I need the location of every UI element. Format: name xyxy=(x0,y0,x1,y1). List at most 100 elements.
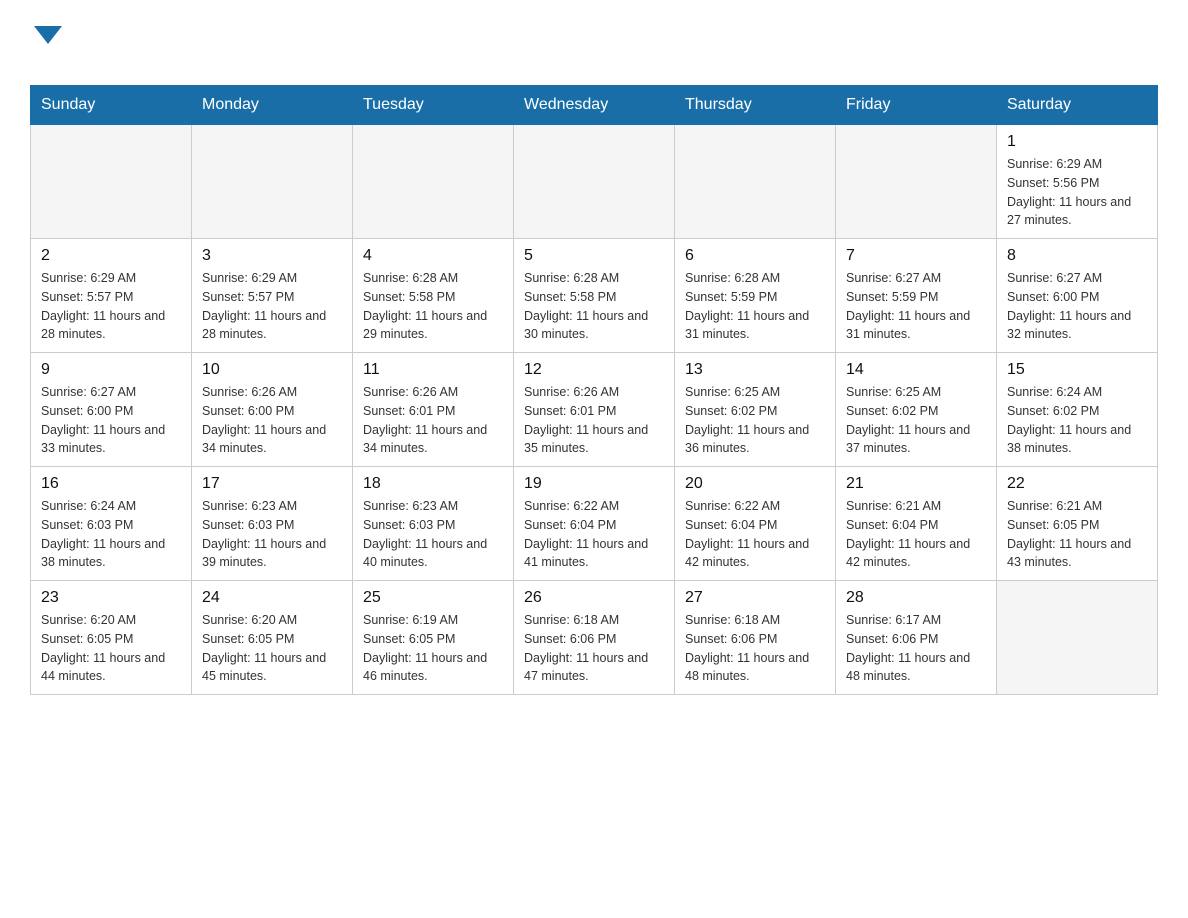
day-number: 13 xyxy=(685,361,825,379)
calendar-cell xyxy=(353,125,514,239)
day-number: 2 xyxy=(41,247,181,265)
day-info: Sunrise: 6:21 AM Sunset: 6:04 PM Dayligh… xyxy=(846,497,986,572)
calendar-cell: 10 Sunrise: 6:26 AM Sunset: 6:00 PM Dayli… xyxy=(192,353,353,467)
day-number: 18 xyxy=(363,475,503,493)
calendar-cell: 9 Sunrise: 6:27 AM Sunset: 6:00 PM Daylig… xyxy=(31,353,192,467)
day-info: Sunrise: 6:26 AM Sunset: 6:00 PM Dayligh… xyxy=(202,383,342,458)
calendar-cell xyxy=(192,125,353,239)
calendar-cell: 28 Sunrise: 6:17 AM Sunset: 6:06 PM Dayli… xyxy=(836,581,997,695)
day-info: Sunrise: 6:24 AM Sunset: 6:03 PM Dayligh… xyxy=(41,497,181,572)
calendar-cell: 24 Sunrise: 6:20 AM Sunset: 6:05 PM Dayli… xyxy=(192,581,353,695)
day-info: Sunrise: 6:29 AM Sunset: 5:57 PM Dayligh… xyxy=(41,269,181,344)
calendar-cell xyxy=(997,581,1158,695)
day-number: 7 xyxy=(846,247,986,265)
day-number: 25 xyxy=(363,589,503,607)
calendar-cell xyxy=(31,125,192,239)
calendar-cell: 11 Sunrise: 6:26 AM Sunset: 6:01 PM Dayli… xyxy=(353,353,514,467)
day-number: 17 xyxy=(202,475,342,493)
col-header-tuesday: Tuesday xyxy=(353,86,514,125)
day-number: 24 xyxy=(202,589,342,607)
calendar-cell: 27 Sunrise: 6:18 AM Sunset: 6:06 PM Dayli… xyxy=(675,581,836,695)
day-number: 23 xyxy=(41,589,181,607)
calendar-cell: 17 Sunrise: 6:23 AM Sunset: 6:03 PM Dayli… xyxy=(192,467,353,581)
col-header-wednesday: Wednesday xyxy=(514,86,675,125)
calendar-cell xyxy=(836,125,997,239)
day-info: Sunrise: 6:21 AM Sunset: 6:05 PM Dayligh… xyxy=(1007,497,1147,572)
day-info: Sunrise: 6:23 AM Sunset: 6:03 PM Dayligh… xyxy=(202,497,342,572)
day-info: Sunrise: 6:28 AM Sunset: 5:59 PM Dayligh… xyxy=(685,269,825,344)
day-info: Sunrise: 6:26 AM Sunset: 6:01 PM Dayligh… xyxy=(524,383,664,458)
day-info: Sunrise: 6:19 AM Sunset: 6:05 PM Dayligh… xyxy=(363,611,503,686)
day-info: Sunrise: 6:29 AM Sunset: 5:57 PM Dayligh… xyxy=(202,269,342,344)
day-info: Sunrise: 6:20 AM Sunset: 6:05 PM Dayligh… xyxy=(41,611,181,686)
calendar-cell: 12 Sunrise: 6:26 AM Sunset: 6:01 PM Dayli… xyxy=(514,353,675,467)
calendar-cell: 16 Sunrise: 6:24 AM Sunset: 6:03 PM Dayli… xyxy=(31,467,192,581)
day-info: Sunrise: 6:18 AM Sunset: 6:06 PM Dayligh… xyxy=(685,611,825,686)
day-number: 22 xyxy=(1007,475,1147,493)
calendar-cell: 26 Sunrise: 6:18 AM Sunset: 6:06 PM Dayli… xyxy=(514,581,675,695)
calendar-cell xyxy=(514,125,675,239)
day-number: 27 xyxy=(685,589,825,607)
day-info: Sunrise: 6:23 AM Sunset: 6:03 PM Dayligh… xyxy=(363,497,503,572)
day-info: Sunrise: 6:29 AM Sunset: 5:56 PM Dayligh… xyxy=(1007,155,1147,230)
day-number: 15 xyxy=(1007,361,1147,379)
logo xyxy=(30,20,62,75)
col-header-monday: Monday xyxy=(192,86,353,125)
day-number: 16 xyxy=(41,475,181,493)
day-number: 11 xyxy=(363,361,503,379)
col-header-saturday: Saturday xyxy=(997,86,1158,125)
day-info: Sunrise: 6:17 AM Sunset: 6:06 PM Dayligh… xyxy=(846,611,986,686)
calendar-cell: 14 Sunrise: 6:25 AM Sunset: 6:02 PM Dayli… xyxy=(836,353,997,467)
day-number: 6 xyxy=(685,247,825,265)
page-header xyxy=(30,20,1158,75)
day-info: Sunrise: 6:28 AM Sunset: 5:58 PM Dayligh… xyxy=(363,269,503,344)
calendar-cell: 25 Sunrise: 6:19 AM Sunset: 6:05 PM Dayli… xyxy=(353,581,514,695)
day-info: Sunrise: 6:18 AM Sunset: 6:06 PM Dayligh… xyxy=(524,611,664,686)
col-header-sunday: Sunday xyxy=(31,86,192,125)
calendar-week-row: 1 Sunrise: 6:29 AM Sunset: 5:56 PM Daylig… xyxy=(31,125,1158,239)
calendar-cell: 13 Sunrise: 6:25 AM Sunset: 6:02 PM Dayli… xyxy=(675,353,836,467)
day-number: 28 xyxy=(846,589,986,607)
calendar-week-row: 9 Sunrise: 6:27 AM Sunset: 6:00 PM Daylig… xyxy=(31,353,1158,467)
day-number: 8 xyxy=(1007,247,1147,265)
calendar-cell: 20 Sunrise: 6:22 AM Sunset: 6:04 PM Dayli… xyxy=(675,467,836,581)
logo-top xyxy=(30,20,62,44)
day-number: 9 xyxy=(41,361,181,379)
day-info: Sunrise: 6:20 AM Sunset: 6:05 PM Dayligh… xyxy=(202,611,342,686)
day-info: Sunrise: 6:25 AM Sunset: 6:02 PM Dayligh… xyxy=(685,383,825,458)
calendar-header-row: SundayMondayTuesdayWednesdayThursdayFrid… xyxy=(31,86,1158,125)
calendar-cell: 1 Sunrise: 6:29 AM Sunset: 5:56 PM Daylig… xyxy=(997,125,1158,239)
day-number: 26 xyxy=(524,589,664,607)
calendar-cell: 21 Sunrise: 6:21 AM Sunset: 6:04 PM Dayli… xyxy=(836,467,997,581)
calendar-cell: 18 Sunrise: 6:23 AM Sunset: 6:03 PM Dayli… xyxy=(353,467,514,581)
day-info: Sunrise: 6:27 AM Sunset: 6:00 PM Dayligh… xyxy=(41,383,181,458)
day-number: 5 xyxy=(524,247,664,265)
day-info: Sunrise: 6:22 AM Sunset: 6:04 PM Dayligh… xyxy=(685,497,825,572)
calendar-week-row: 16 Sunrise: 6:24 AM Sunset: 6:03 PM Dayli… xyxy=(31,467,1158,581)
calendar-cell: 3 Sunrise: 6:29 AM Sunset: 5:57 PM Daylig… xyxy=(192,239,353,353)
day-info: Sunrise: 6:26 AM Sunset: 6:01 PM Dayligh… xyxy=(363,383,503,458)
day-info: Sunrise: 6:27 AM Sunset: 5:59 PM Dayligh… xyxy=(846,269,986,344)
day-number: 12 xyxy=(524,361,664,379)
day-number: 14 xyxy=(846,361,986,379)
logo-arrow-icon xyxy=(34,26,62,44)
calendar-cell: 15Sunrise: 6:24 AM Sunset: 6:02 PM Dayli… xyxy=(997,353,1158,467)
calendar-cell: 4Sunrise: 6:28 AM Sunset: 5:58 PM Daylig… xyxy=(353,239,514,353)
calendar-week-row: 23 Sunrise: 6:20 AM Sunset: 6:05 PM Dayli… xyxy=(31,581,1158,695)
day-number: 20 xyxy=(685,475,825,493)
day-info: Sunrise: 6:27 AM Sunset: 6:00 PM Dayligh… xyxy=(1007,269,1147,344)
calendar-cell: 2 Sunrise: 6:29 AM Sunset: 5:57 PM Daylig… xyxy=(31,239,192,353)
day-info: Sunrise: 6:25 AM Sunset: 6:02 PM Dayligh… xyxy=(846,383,986,458)
day-number: 19 xyxy=(524,475,664,493)
day-number: 10 xyxy=(202,361,342,379)
calendar-cell: 22 Sunrise: 6:21 AM Sunset: 6:05 PM Dayli… xyxy=(997,467,1158,581)
calendar-cell: 23 Sunrise: 6:20 AM Sunset: 6:05 PM Dayli… xyxy=(31,581,192,695)
calendar-cell: 5Sunrise: 6:28 AM Sunset: 5:58 PM Daylig… xyxy=(514,239,675,353)
day-number: 3 xyxy=(202,247,342,265)
calendar-cell xyxy=(675,125,836,239)
calendar-cell: 19 Sunrise: 6:22 AM Sunset: 6:04 PM Dayli… xyxy=(514,467,675,581)
calendar-week-row: 2 Sunrise: 6:29 AM Sunset: 5:57 PM Daylig… xyxy=(31,239,1158,353)
day-number: 1 xyxy=(1007,133,1147,151)
day-number: 21 xyxy=(846,475,986,493)
day-info: Sunrise: 6:22 AM Sunset: 6:04 PM Dayligh… xyxy=(524,497,664,572)
